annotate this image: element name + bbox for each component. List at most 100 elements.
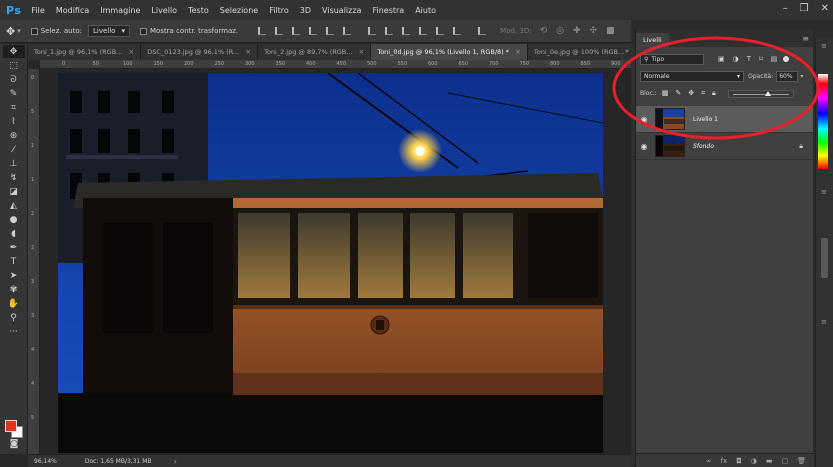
eraser-tool-icon[interactable]: ◪ xyxy=(3,185,25,198)
menu-visualizza[interactable]: Visualizza xyxy=(322,6,361,15)
filter-toggle-icon[interactable] xyxy=(783,56,790,62)
slide-3d-icon[interactable]: ✣ xyxy=(590,26,598,36)
move-tool-icon[interactable]: ✥ xyxy=(2,45,25,58)
auto-select-dropdown[interactable]: Livello ▾ xyxy=(87,25,130,37)
tab-dsc-0123[interactable]: DSC_0123.jpg @ 96,1% (R... × xyxy=(141,44,259,60)
zoom-level[interactable]: 96,14% xyxy=(34,458,57,465)
lock-transparency-icon[interactable]: ▩ xyxy=(662,89,669,98)
align-vcenter-icon[interactable] xyxy=(275,27,284,35)
tabs-overflow-icon[interactable]: » xyxy=(625,47,629,55)
opacity-input[interactable]: 60% xyxy=(776,71,799,82)
distribute-left-icon[interactable] xyxy=(419,27,428,35)
hand-tool-icon[interactable]: ✋ xyxy=(3,297,25,310)
close-icon[interactable]: × xyxy=(245,48,251,56)
align-bottom-icon[interactable] xyxy=(292,27,301,35)
move-tool-icon[interactable]: ✥ xyxy=(6,25,15,38)
quick-select-tool-icon[interactable]: ✎ xyxy=(3,87,25,100)
blur-tool-icon[interactable]: ● xyxy=(3,213,25,226)
new-group-icon[interactable]: ▬ xyxy=(766,457,773,465)
crop-tool-icon[interactable]: ⌗ xyxy=(3,101,25,114)
clone-stamp-tool-icon[interactable]: ⊥ xyxy=(3,157,25,170)
menu-livello[interactable]: Livello xyxy=(151,6,177,15)
menu-testo[interactable]: Testo xyxy=(188,6,209,15)
lasso-tool-icon[interactable]: ᘐ xyxy=(3,73,25,86)
pixel-filter-icon[interactable]: ▣ xyxy=(718,55,725,63)
adjustment-filter-icon[interactable]: ◑ xyxy=(733,55,739,63)
minimize-icon[interactable]: – xyxy=(783,3,788,14)
more-tools-icon[interactable]: ··· xyxy=(3,325,25,338)
color-ramp[interactable] xyxy=(818,74,828,169)
panel-menu-icon[interactable]: ≡ xyxy=(821,188,827,196)
roll-3d-icon[interactable]: ◎ xyxy=(556,26,564,36)
pan-3d-icon[interactable]: ✚ xyxy=(573,26,581,36)
scale-3d-icon[interactable]: ■ xyxy=(606,26,615,36)
close-icon[interactable]: × xyxy=(358,48,364,56)
distribute-bottom-icon[interactable] xyxy=(402,27,411,35)
menu-file[interactable]: File xyxy=(31,6,44,15)
gradient-tool-icon[interactable]: ◭ xyxy=(3,199,25,212)
lock-position-icon[interactable]: ✥ xyxy=(688,89,694,98)
eyedropper-tool-icon[interactable]: ⌇ xyxy=(3,115,25,128)
auto-align-icon[interactable] xyxy=(478,27,487,35)
smart-object-filter-icon[interactable]: ▤ xyxy=(771,55,778,63)
distribute-vcenter-icon[interactable] xyxy=(385,27,394,35)
menu-filtro[interactable]: Filtro xyxy=(269,6,289,15)
menu-immagine[interactable]: Immagine xyxy=(100,6,140,15)
link-layers-icon[interactable]: ∞ xyxy=(706,457,712,465)
tab-toni-0d[interactable]: Toni_0d.jpg @ 96,1% (Livello 1, RGB/8) *… xyxy=(371,44,528,60)
path-selection-tool-icon[interactable]: ➤ xyxy=(3,269,25,282)
layer-filter-dropdown[interactable]: ⚲ Tipo xyxy=(640,53,704,65)
panel-scrollbar[interactable] xyxy=(821,238,828,278)
chevron-down-icon[interactable]: ▾ xyxy=(800,73,803,80)
rotate-3d-icon[interactable]: ⟲ xyxy=(540,26,548,36)
align-left-icon[interactable] xyxy=(309,27,318,35)
add-mask-icon[interactable]: ◘ xyxy=(736,457,742,465)
panel-menu-icon[interactable]: ≡ xyxy=(802,34,809,43)
shape-tool-icon[interactable]: ✾ xyxy=(3,283,25,296)
canvas-area[interactable] xyxy=(40,69,631,454)
shape-filter-icon[interactable]: ⌑ xyxy=(759,55,763,63)
lock-artboard-icon[interactable]: ⌗ xyxy=(701,89,705,98)
type-filter-icon[interactable]: T xyxy=(747,55,751,63)
auto-select-checkbox[interactable] xyxy=(30,27,38,35)
distribute-top-icon[interactable] xyxy=(368,27,377,35)
adjustment-layer-icon[interactable]: ◑ xyxy=(751,457,757,465)
layer-style-icon[interactable]: fx xyxy=(721,457,728,465)
menu-3d[interactable]: 3D xyxy=(300,6,311,15)
marquee-tool-icon[interactable]: ⬚ xyxy=(3,59,25,72)
menu-modifica[interactable]: Modifica xyxy=(56,6,89,15)
tab-toni-1[interactable]: Toni_1.jpg @ 96,1% (RGB... × xyxy=(28,44,142,60)
align-right-icon[interactable] xyxy=(343,27,352,35)
type-tool-icon[interactable]: T xyxy=(3,255,25,268)
tab-toni-2[interactable]: Toni_2.jpg @ 89,7% (RGB... × xyxy=(258,44,372,60)
lock-pixels-icon[interactable]: ✎ xyxy=(675,89,681,98)
foreground-color-swatch[interactable] xyxy=(5,420,17,432)
lock-all-icon[interactable]: 🔒︎ xyxy=(712,89,716,98)
healing-brush-tool-icon[interactable]: ⊛ xyxy=(3,129,25,142)
menu-finestra[interactable]: Finestra xyxy=(372,6,404,15)
show-transform-checkbox[interactable] xyxy=(139,27,147,35)
opacity-slider[interactable] xyxy=(727,89,794,98)
tab-layers[interactable]: Livelli xyxy=(636,33,669,47)
menu-aiuto[interactable]: Aiuto xyxy=(415,6,436,15)
history-brush-tool-icon[interactable]: ↯ xyxy=(3,171,25,184)
chevron-right-icon[interactable]: › xyxy=(174,457,177,466)
close-icon[interactable]: × xyxy=(515,48,521,56)
distribute-hcenter-icon[interactable] xyxy=(436,27,445,35)
distribute-right-icon[interactable] xyxy=(453,27,462,35)
zoom-tool-icon[interactable]: ⚲ xyxy=(3,311,25,324)
pen-tool-icon[interactable]: ✒ xyxy=(3,241,25,254)
eye-icon[interactable]: ◉ xyxy=(636,142,652,151)
trash-icon[interactable]: 🗑︎ xyxy=(797,457,806,465)
quick-mask-icon[interactable]: ◙ xyxy=(3,437,25,450)
restore-icon[interactable]: ❐ xyxy=(800,3,809,14)
panel-menu-icon[interactable]: ≡ xyxy=(821,42,827,50)
new-layer-icon[interactable]: ▢ xyxy=(781,457,788,465)
chevron-down-icon[interactable]: ▾ xyxy=(17,27,21,35)
menu-selezione[interactable]: Selezione xyxy=(220,6,258,15)
layer-row-livello-1[interactable]: ◉ Livello 1 xyxy=(636,106,813,133)
panel-menu-icon[interactable]: ≡ xyxy=(821,318,827,326)
align-top-icon[interactable] xyxy=(258,27,267,35)
close-icon[interactable]: ✕ xyxy=(821,3,829,14)
slider-thumb[interactable] xyxy=(764,90,771,96)
